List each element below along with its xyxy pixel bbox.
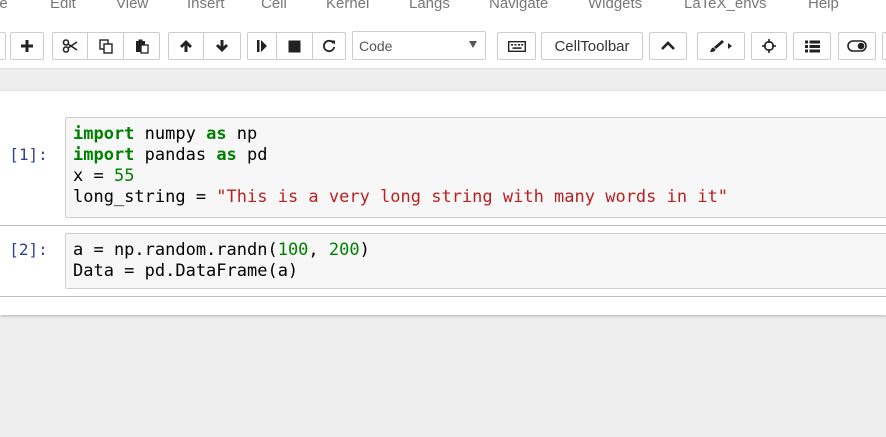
code-text: import numpy as np import pandas as pd x =… (73, 124, 728, 208)
chevron-up-icon (661, 41, 675, 50)
move-down-button[interactable] (204, 32, 241, 60)
run-step-icon (257, 40, 267, 52)
save-button[interactable] (0, 32, 6, 60)
cell-prompt: n [2]: (9, 240, 48, 259)
code-input-1[interactable]: import numpy as np import pandas as pd x =… (65, 117, 886, 218)
stop-icon (288, 40, 301, 52)
code-token: , (308, 240, 329, 260)
code-cell-1[interactable]: n [1]: import numpy as npimport pandas a… (0, 111, 886, 226)
code-token-num: 200 (328, 240, 360, 260)
code-cell-2[interactable]: n [2]: a = np.random.randn(100, 200)Data… (0, 226, 886, 297)
code-token: np (226, 124, 258, 144)
overflow-button[interactable] (882, 32, 886, 60)
menu-cell[interactable]: Cell (261, 0, 287, 12)
code-token-kw: as (206, 145, 237, 165)
arrow-down-icon (216, 40, 228, 52)
menu-latex-envs[interactable]: LaTeX_envs (684, 0, 767, 12)
code-text: a = np.random.randn(100, 200) Data = pd.D… (73, 240, 370, 282)
menu-kernel[interactable]: Kernel (326, 0, 369, 12)
run-button[interactable] (247, 32, 277, 60)
code-token: ) (359, 240, 370, 260)
toolbar: Code CellToolbar (0, 22, 886, 69)
menu-widgets[interactable]: Widgets (588, 0, 642, 12)
paste-icon (135, 39, 149, 54)
menu-navigate[interactable]: Navigate (489, 0, 548, 12)
command-palette-button[interactable] (497, 32, 536, 60)
menu-file[interactable]: le (0, 0, 8, 12)
code-line: a = np.random.randn(100, 200) (73, 240, 370, 261)
celltoolbar-button[interactable]: CellToolbar (541, 32, 643, 60)
toggle-button[interactable] (838, 32, 876, 60)
menu-insert[interactable]: Insert (187, 0, 225, 12)
code-token: Data = pd.DataFrame(a) (73, 261, 299, 281)
toc-button[interactable] (793, 32, 831, 60)
code-token: pandas (134, 145, 207, 165)
restart-icon (323, 39, 336, 53)
cut-button[interactable] (52, 32, 88, 60)
insert-cell-button[interactable] (10, 32, 44, 60)
code-token-kw: import (73, 124, 135, 144)
menu-view[interactable]: View (116, 0, 148, 12)
toggle-icon (847, 40, 867, 52)
list-icon (804, 40, 820, 52)
paste-button[interactable] (124, 32, 160, 60)
code-token: x = (73, 166, 114, 186)
navigate-button[interactable] (751, 32, 787, 60)
code-line: long_string = "This is a very long strin… (73, 187, 728, 208)
copy-button[interactable] (88, 32, 124, 60)
paint-brush-icon (710, 40, 732, 52)
interrupt-button[interactable] (277, 32, 313, 60)
collapse-button[interactable] (649, 32, 687, 60)
celltoolbar-label: CellToolbar (554, 37, 630, 55)
code-input-2[interactable]: a = np.random.randn(100, 200) Data = pd.D… (65, 233, 886, 289)
plus-icon (21, 40, 33, 52)
menu-help[interactable]: Help (808, 0, 839, 12)
chevron-down-icon (469, 41, 477, 48)
menu-bar: le Edit View Insert Cell Kernel Langs Na… (0, 0, 886, 22)
code-line: x = 55 (73, 166, 728, 187)
code-line: Data = pd.DataFrame(a) (73, 261, 370, 282)
menu-langs[interactable]: Langs (409, 0, 450, 12)
code-token-num: 55 (113, 166, 135, 186)
code-token-kw: import (73, 145, 135, 165)
code-line: import numpy as np (73, 124, 728, 145)
code-token: numpy (134, 124, 196, 144)
cell-prompt: n [1]: (9, 145, 48, 164)
code-token-kw: as (195, 124, 227, 144)
notebook-container: n [1]: import numpy as npimport pandas a… (0, 91, 886, 315)
code-line: import pandas as pd (73, 145, 728, 166)
code-token: a = np.random.randn( (73, 240, 278, 260)
arrow-up-icon (180, 40, 192, 52)
cell-type-select[interactable]: Code (352, 31, 486, 60)
code-token: long_string = (73, 187, 217, 207)
keyboard-icon (507, 40, 526, 52)
move-up-button[interactable] (168, 32, 204, 60)
copy-icon (98, 38, 113, 54)
menu-edit[interactable]: Edit (50, 0, 76, 12)
cut-icon (62, 39, 78, 53)
code-token: pd (236, 145, 268, 165)
format-button[interactable] (697, 32, 745, 60)
cell-type-value: Code (359, 38, 393, 54)
crosshairs-icon (762, 39, 776, 53)
code-token-str: "This is a very long string with many wo… (216, 187, 729, 207)
code-token-num: 100 (277, 240, 309, 260)
restart-button[interactable] (313, 32, 346, 60)
